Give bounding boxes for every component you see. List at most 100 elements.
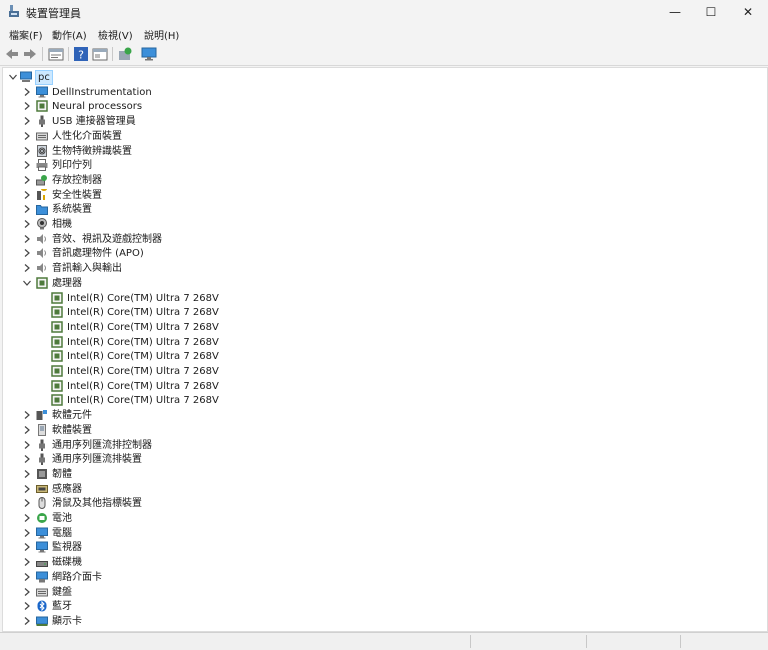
- tree-category-label: 電腦: [52, 527, 72, 539]
- svg-text:?: ?: [78, 49, 84, 62]
- speaker-icon: [37, 248, 46, 259]
- status-divider: [680, 635, 681, 648]
- menu-bar: 檔案(F) 動作(A) 檢視(V) 說明(H): [0, 24, 768, 43]
- tree-category-label: 列印佇列: [52, 160, 92, 172]
- help-icon[interactable]: ?: [73, 46, 89, 62]
- device-tree[interactable]: pc DellInstrumentation Neural processors US…: [2, 67, 768, 632]
- tree-category-label: 音訊輸入與輸出: [52, 263, 122, 275]
- toolbar: ?: [0, 43, 768, 66]
- chevron-right-icon[interactable]: [22, 146, 32, 156]
- status-bar: [0, 632, 768, 650]
- speaker-icon: [37, 263, 46, 274]
- chevron-right-icon[interactable]: [22, 190, 32, 200]
- sensor-icon: [36, 484, 48, 493]
- tree-device-label: Intel(R) Core(TM) Ultra 7 268V: [67, 307, 219, 319]
- speaker-icon: [37, 233, 46, 244]
- chevron-right-icon[interactable]: [22, 513, 32, 523]
- scan-hardware-icon[interactable]: [117, 46, 133, 62]
- chevron-down-icon[interactable]: [8, 72, 18, 82]
- bluetooth-icon: [37, 600, 47, 612]
- keyboard-icon: [36, 588, 48, 596]
- chevron-right-icon[interactable]: [22, 557, 32, 567]
- tree-category-label: 相機: [52, 219, 72, 230]
- usb-icon: [39, 439, 45, 451]
- software-device-icon: [38, 423, 46, 436]
- chevron-down-icon[interactable]: [22, 278, 32, 288]
- chevron-right-icon[interactable]: [22, 542, 32, 552]
- chip-icon: [51, 379, 63, 392]
- chevron-right-icon[interactable]: [22, 101, 32, 111]
- chevron-right-icon[interactable]: [22, 219, 32, 229]
- chevron-right-icon[interactable]: [22, 131, 32, 141]
- chevron-right-icon[interactable]: [22, 616, 32, 626]
- chevron-right-icon[interactable]: [22, 248, 32, 258]
- tree-device-label: Intel(R) Core(TM) Ultra 7 268V: [67, 395, 219, 407]
- tree-category-label: 安全性裝置: [52, 189, 102, 201]
- device-manager-icon: [9, 5, 19, 17]
- chip-icon: [51, 394, 63, 407]
- folder-icon: [36, 205, 48, 216]
- tree-category-label: USB 連接器管理員: [52, 116, 136, 128]
- chevron-right-icon[interactable]: [22, 116, 32, 126]
- keyboard-icon: [36, 132, 48, 141]
- chevron-right-icon[interactable]: [22, 160, 32, 170]
- tree-category-label: 人性化介面裝置: [52, 130, 122, 142]
- monitor-icon: [36, 86, 48, 98]
- chevron-right-icon[interactable]: [22, 601, 32, 611]
- window-title: 裝置管理員: [26, 7, 81, 20]
- chevron-right-icon[interactable]: [22, 484, 32, 494]
- menu-file[interactable]: 檔案(F): [9, 27, 43, 42]
- chevron-right-icon[interactable]: [22, 587, 32, 597]
- close-button[interactable]: ✕: [725, 0, 768, 24]
- tree-category-label: 感應器: [52, 483, 82, 495]
- chevron-right-icon[interactable]: [22, 469, 32, 479]
- tree-category-label: 系統裝置: [52, 204, 92, 216]
- tree-category-label: 監視器: [52, 542, 82, 554]
- tree-category-label: 生物特徵辨識裝置: [52, 145, 132, 157]
- tree-category-label: 網路介面卡: [52, 571, 102, 583]
- properties-view-icon[interactable]: [48, 46, 64, 62]
- tree-device-label: Intel(R) Core(TM) Ultra 7 268V: [67, 321, 219, 333]
- chevron-right-icon[interactable]: [22, 204, 32, 214]
- chevron-right-icon[interactable]: [22, 454, 32, 464]
- chevron-right-icon[interactable]: [22, 410, 32, 420]
- tree-category-label: 藍牙: [52, 601, 72, 613]
- chevron-right-icon[interactable]: [22, 234, 32, 244]
- title-bar: 裝置管理員 — ☐ ✕: [0, 0, 768, 24]
- forward-icon[interactable]: [22, 46, 38, 62]
- chip-icon: [36, 100, 48, 113]
- tree-device-label: Intel(R) Core(TM) Ultra 7 268V: [67, 380, 219, 392]
- chevron-right-icon[interactable]: [22, 440, 32, 450]
- computer-icon: [20, 71, 32, 82]
- storage-icon: [36, 174, 47, 186]
- network-icon: [36, 571, 48, 583]
- menu-action[interactable]: 動作(A): [52, 27, 87, 42]
- tree-device-label: Intel(R) Core(TM) Ultra 7 268V: [67, 366, 219, 377]
- chevron-right-icon[interactable]: [22, 87, 32, 97]
- chevron-right-icon[interactable]: [22, 498, 32, 508]
- chevron-right-icon[interactable]: [22, 175, 32, 185]
- menu-view[interactable]: 檢視(V): [98, 27, 133, 42]
- printer-icon: [36, 159, 48, 172]
- chevron-right-icon[interactable]: [22, 263, 32, 273]
- back-icon[interactable]: [4, 46, 20, 62]
- tree-device-label: Intel(R) Core(TM) Ultra 7 268V: [67, 336, 219, 348]
- status-divider: [586, 635, 587, 648]
- tree-category-label: Neural processors: [52, 101, 143, 113]
- tree-category-label: DellInstrumentation: [52, 86, 152, 98]
- chip-icon: [51, 291, 63, 304]
- chevron-right-icon[interactable]: [22, 572, 32, 582]
- chip-icon: [51, 365, 63, 377]
- monitor-icon: [36, 527, 48, 539]
- monitor-icon[interactable]: [141, 46, 157, 62]
- mouse-icon: [38, 497, 46, 510]
- tree-category-label: 韌體: [52, 468, 72, 480]
- show-hidden-icon[interactable]: [92, 46, 108, 62]
- tree-device-label: Intel(R) Core(TM) Ultra 7 268V: [67, 292, 219, 304]
- chevron-right-icon[interactable]: [22, 425, 32, 435]
- chevron-right-icon[interactable]: [22, 528, 32, 538]
- camera-icon: [37, 218, 47, 230]
- toolbar-separator: [68, 47, 69, 61]
- chip-icon: [36, 277, 48, 289]
- menu-help[interactable]: 說明(H): [144, 27, 179, 42]
